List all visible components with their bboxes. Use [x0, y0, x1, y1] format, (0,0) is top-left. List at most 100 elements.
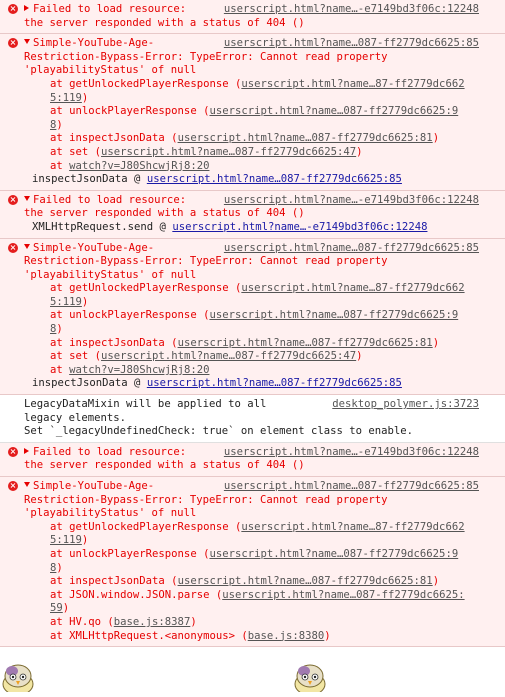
message-text: Simple-YouTube-Age-	[33, 480, 154, 492]
stack-frame: at XMLHttpRequest.<anonymous> (base.js:8…	[24, 630, 501, 644]
message-text: Failed to load resource:	[33, 194, 186, 206]
frame-tail: )	[82, 92, 88, 104]
frame-location-link[interactable]: userscript.html?name…087-ff2779dc6625:81	[178, 575, 433, 587]
source-link[interactable]: userscript.html?name…-e7149bd3f06c:12248	[224, 446, 479, 460]
message-text-line: 'playabilityStatus' of null	[24, 507, 501, 521]
source-link[interactable]: desktop_polymer.js:3723	[332, 398, 479, 412]
message-text-line: LegacyDataMixin will be applied to allde…	[24, 398, 501, 412]
message-text-line: the server responded with a status of 40…	[24, 459, 501, 473]
frame-location-link[interactable]: watch?v=J80ShcwjRj8:20	[69, 364, 209, 376]
stack-frame: at getUnlockedPlayerResponse (userscript…	[24, 78, 501, 105]
message-text-line: the server responded with a status of 40…	[24, 207, 501, 221]
mascot-left-icon	[0, 662, 36, 692]
frame-location-link[interactable]: userscript.html?name…87-ff2779dc662	[241, 521, 464, 533]
frame-tail: )	[433, 337, 439, 349]
stack-frame: at getUnlockedPlayerResponse (userscript…	[24, 282, 501, 309]
frame-function: at HV.qo (	[50, 616, 114, 628]
frame-location-cont[interactable]: 5:119	[50, 296, 82, 308]
frame-location-link[interactable]: userscript.html?name…087-ff2779dc6625:9	[209, 548, 458, 560]
call-site-link[interactable]: userscript.html?name…087-ff2779dc6625:85	[147, 377, 402, 389]
message-text-line: Restriction-Bypass-Error: TypeError: Can…	[24, 51, 501, 65]
message-text-line: Failed to load resource:userscript.html?…	[24, 3, 501, 17]
message-text: the server responded with a status of 40…	[24, 207, 305, 219]
frame-function: at getUnlockedPlayerResponse (	[50, 78, 241, 90]
collapse-triangle-icon[interactable]	[24, 39, 30, 44]
stack-frame: at unlockPlayerResponse (userscript.html…	[24, 548, 501, 575]
frame-location-link[interactable]: userscript.html?name…087-ff2779dc6625:9	[209, 105, 458, 117]
frame-location-cont[interactable]: 59	[50, 602, 63, 614]
frame-location-link[interactable]: userscript.html?name…087-ff2779dc6625:47	[101, 146, 356, 158]
collapse-triangle-icon[interactable]	[24, 196, 30, 201]
message-text: 'playabilityStatus' of null	[24, 269, 196, 281]
source-link[interactable]: userscript.html?name…-e7149bd3f06c:12248	[224, 3, 479, 17]
collapse-triangle-icon[interactable]	[24, 244, 30, 249]
error-icon: ×	[8, 4, 18, 14]
frame-function: at	[50, 160, 69, 172]
frame-location-link[interactable]: base.js:8380	[248, 630, 325, 642]
message-text-line: Simple-YouTube-Age-userscript.html?name……	[24, 242, 501, 256]
frame-tail: )	[190, 616, 196, 628]
stack-frame: at unlockPlayerResponse (userscript.html…	[24, 309, 501, 336]
frame-tail: )	[82, 534, 88, 546]
error-icon: ×	[8, 481, 18, 491]
message-text: Simple-YouTube-Age-	[33, 242, 154, 254]
frame-location-link[interactable]: userscript.html?name…087-ff2779dc6625:81	[178, 337, 433, 349]
frame-tail: )	[433, 575, 439, 587]
message-text: the server responded with a status of 40…	[24, 459, 305, 471]
frame-function: at unlockPlayerResponse (	[50, 309, 209, 321]
frame-tail: )	[433, 132, 439, 144]
source-link[interactable]: userscript.html?name…-e7149bd3f06c:12248	[224, 194, 479, 208]
collapse-triangle-icon[interactable]	[24, 482, 30, 487]
frame-function: at set (	[50, 350, 101, 362]
frame-location-link[interactable]: userscript.html?name…087-ff2779dc6625:	[222, 589, 464, 601]
expand-triangle-icon[interactable]	[24, 448, 29, 454]
frame-location-link[interactable]: userscript.html?name…087-ff2779dc6625:81	[178, 132, 433, 144]
frame-location-link[interactable]: userscript.html?name…87-ff2779dc662	[241, 78, 464, 90]
source-link[interactable]: userscript.html?name…087-ff2779dc6625:85	[224, 242, 479, 256]
call-site: inspectJsonData @ userscript.html?name…0…	[24, 173, 501, 187]
frame-location-link[interactable]: userscript.html?name…087-ff2779dc6625:47	[101, 350, 356, 362]
message-text: Restriction-Bypass-Error: TypeError: Can…	[24, 51, 388, 63]
stack-frame: at set (userscript.html?name…087-ff2779d…	[24, 146, 501, 160]
frame-location-cont[interactable]: 5:119	[50, 92, 82, 104]
stack-frame: at unlockPlayerResponse (userscript.html…	[24, 105, 501, 132]
message-text: legacy elements.	[24, 412, 126, 424]
message-text: Restriction-Bypass-Error: TypeError: Can…	[24, 494, 388, 506]
call-site-label: inspectJsonData @	[32, 377, 147, 389]
frame-location-link[interactable]: watch?v=J80ShcwjRj8:20	[69, 160, 209, 172]
frame-location-link[interactable]: base.js:8387	[114, 616, 191, 628]
frame-function: at getUnlockedPlayerResponse (	[50, 282, 241, 294]
message-text: 'playabilityStatus' of null	[24, 507, 196, 519]
error-message: ×Failed to load resource:userscript.html…	[0, 443, 505, 477]
frame-function: at inspectJsonData (	[50, 132, 178, 144]
frame-location-link[interactable]: userscript.html?name…87-ff2779dc662	[241, 282, 464, 294]
frame-location-cont[interactable]: 5:119	[50, 534, 82, 546]
frame-location-link[interactable]: userscript.html?name…087-ff2779dc6625:9	[209, 309, 458, 321]
source-link[interactable]: userscript.html?name…087-ff2779dc6625:85	[224, 480, 479, 494]
frame-function: at unlockPlayerResponse (	[50, 105, 209, 117]
message-text: the server responded with a status of 40…	[24, 17, 305, 29]
frame-function: at set (	[50, 146, 101, 158]
error-message: ×Simple-YouTube-Age-userscript.html?name…	[0, 34, 505, 191]
stack-frame: at inspectJsonData (userscript.html?name…	[24, 575, 501, 589]
message-text-line: 'playabilityStatus' of null	[24, 64, 501, 78]
error-message: × Failed to load resource:userscript.html…	[0, 0, 505, 34]
call-site-link[interactable]: userscript.html?name…-e7149bd3f06c:12248	[172, 221, 427, 233]
call-site-label: XMLHttpRequest.send @	[32, 221, 172, 233]
frame-tail: )	[82, 296, 88, 308]
message-text-line: Simple-YouTube-Age-userscript.html?name……	[24, 480, 501, 494]
stack-frame: at set (userscript.html?name…087-ff2779d…	[24, 350, 501, 364]
frame-tail: )	[356, 350, 362, 362]
frame-function: at inspectJsonData (	[50, 337, 178, 349]
call-site: XMLHttpRequest.send @ userscript.html?na…	[24, 221, 501, 235]
error-message: ×Failed to load resource:userscript.html…	[0, 191, 505, 239]
frame-function: at inspectJsonData (	[50, 575, 178, 587]
call-site-link[interactable]: userscript.html?name…087-ff2779dc6625:85	[147, 173, 402, 185]
message-text-line: Restriction-Bypass-Error: TypeError: Can…	[24, 255, 501, 269]
frame-tail: )	[324, 630, 330, 642]
error-icon: ×	[8, 38, 18, 48]
stack-frame: at inspectJsonData (userscript.html?name…	[24, 337, 501, 351]
source-link[interactable]: userscript.html?name…087-ff2779dc6625:85	[224, 37, 479, 51]
expand-triangle-icon[interactable]	[24, 5, 29, 11]
message-text: Failed to load resource:	[33, 446, 186, 458]
